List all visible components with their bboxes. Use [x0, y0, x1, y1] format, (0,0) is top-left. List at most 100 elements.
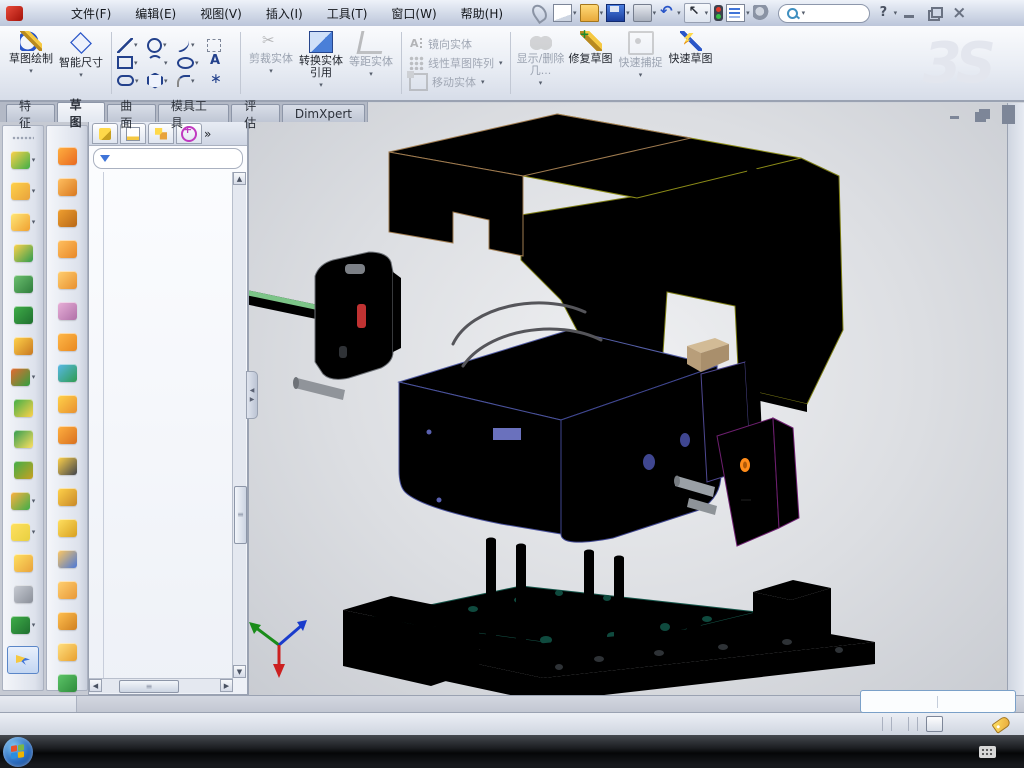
text-icon[interactable] [207, 55, 223, 70]
polygon-icon[interactable] [147, 73, 163, 89]
planar-surface-icon[interactable] [58, 333, 77, 351]
instant3d-icon[interactable] [7, 646, 39, 674]
status-help-icon[interactable] [926, 716, 943, 732]
extend-surface-icon[interactable] [58, 581, 77, 599]
move-copy-body-icon-dropdown[interactable]: ▾ [32, 497, 36, 505]
delete-face-icon[interactable] [58, 457, 77, 475]
ribbon-button-等距实体[interactable]: 等距实体▾ [346, 26, 396, 100]
extruded-boss-icon[interactable] [11, 151, 30, 169]
ribbon-button-显示/删除几...[interactable]: 显示/删除几...▾ [516, 26, 566, 100]
scroll-right-button[interactable]: ▶ [220, 679, 233, 692]
restore-button[interactable] [927, 7, 941, 19]
vertical-scroll-thumb[interactable]: ≡ [234, 486, 247, 544]
ribbon-button-转换实体引用[interactable]: 转换实体引用▾ [296, 26, 346, 100]
bend-icon[interactable] [58, 426, 77, 444]
line-icon[interactable] [117, 38, 133, 53]
selection-box-icon-cell[interactable] [207, 39, 235, 52]
options-icon-dropdown[interactable]: ▾ [746, 9, 750, 17]
tab-草图[interactable]: 草图 [57, 102, 106, 122]
dropdown-arrow-icon[interactable]: ▾ [79, 71, 83, 79]
menu-item[interactable]: 工具(T) [315, 0, 380, 26]
spline-icon[interactable] [176, 38, 192, 52]
options-icon[interactable] [726, 4, 745, 22]
dropdown-arrow-icon[interactable]: ▾ [134, 41, 138, 49]
extruded-boss-icon-dropdown[interactable]: ▾ [32, 156, 36, 164]
menu-item[interactable]: 帮助(H) [449, 0, 515, 26]
language-icon[interactable] [979, 746, 996, 758]
new-document-icon[interactable] [553, 4, 572, 22]
combine-tool-icon[interactable] [14, 461, 33, 479]
ribbon-button-快速草图[interactable]: 快速草图 [666, 26, 716, 100]
sketch-fillet-icon-cell[interactable]: ▾ [177, 75, 205, 87]
dropdown-arrow-icon[interactable]: ▾ [29, 67, 33, 75]
open-icon[interactable] [580, 4, 599, 22]
ribbon-button-智能尺寸[interactable]: 智能尺寸▾ [56, 26, 106, 100]
scroll-down-button[interactable]: ▼ [233, 665, 246, 678]
filter-input[interactable] [114, 152, 218, 166]
split-tool-icon[interactable] [14, 399, 33, 417]
dropdown-arrow-icon[interactable]: ▾ [191, 77, 195, 85]
thicken-icon[interactable] [58, 395, 77, 413]
ribbon-button-快速捕捉[interactable]: 快速捕捉▾ [616, 26, 666, 100]
slot-icon-cell[interactable]: ▾ [117, 75, 145, 86]
featuremanager-tab-icon[interactable] [92, 123, 118, 144]
print-icon-dropdown[interactable]: ▾ [653, 9, 657, 17]
replace-face-icon[interactable] [58, 488, 77, 506]
tab-评估[interactable]: 评估 [231, 104, 280, 122]
doc-minimize-button[interactable] [949, 109, 963, 121]
dropdown-arrow-icon[interactable]: ▾ [319, 81, 323, 89]
freeform-icon[interactable] [58, 271, 77, 289]
knit-surface-icon[interactable] [58, 550, 77, 568]
select-icon-dropdown[interactable]: ▾ [705, 9, 709, 17]
scroll-left-button[interactable]: ◀ [89, 679, 102, 692]
dropdown-arrow-icon[interactable]: ▾ [164, 77, 168, 85]
polygon-icon-cell[interactable]: ▾ [147, 73, 175, 89]
dropdown-arrow-icon[interactable]: ▾ [195, 59, 199, 67]
plane-icon[interactable] [14, 554, 33, 572]
reference-geometry-icon[interactable] [11, 523, 30, 541]
spline-icon-cell[interactable]: ▾ [177, 40, 205, 51]
dropdown-arrow-icon[interactable]: ▾ [164, 59, 168, 67]
ribbon-row-线性草图阵列[interactable]: 线性草图阵列▾ [409, 55, 503, 71]
filled-surface-icon[interactable] [58, 643, 77, 661]
offset-surface-icon[interactable] [58, 209, 77, 227]
open-icon-dropdown[interactable]: ▾ [600, 9, 604, 17]
deform-icon[interactable] [58, 302, 77, 320]
tree-vertical-scrollbar[interactable]: ▲ ≡ ▼ [232, 172, 246, 678]
start-button[interactable] [3, 737, 33, 767]
boundary-boss-icon[interactable] [14, 306, 33, 324]
swept-boss-icon[interactable] [14, 244, 33, 262]
dropdown-arrow-icon[interactable]: ▾ [191, 41, 195, 49]
intersect-icon[interactable] [58, 519, 77, 537]
move-copy-body-icon[interactable] [11, 492, 30, 510]
fillet-icon[interactable] [11, 213, 30, 231]
dropdown-arrow-icon[interactable]: ▾ [269, 67, 273, 75]
search-box[interactable]: ▾ [778, 4, 870, 23]
linear-pattern-tool-icon-dropdown[interactable]: ▾ [32, 373, 36, 381]
minimize-button[interactable] [903, 7, 917, 19]
new-document-icon-dropdown[interactable]: ▾ [573, 9, 577, 17]
dropdown-arrow-icon[interactable]: ▾ [539, 79, 543, 87]
tab-特征[interactable]: 特征 [6, 104, 55, 122]
help-icon[interactable] [876, 5, 893, 21]
save-icon-dropdown[interactable]: ▾ [626, 9, 630, 17]
save-icon[interactable] [606, 4, 625, 22]
rectangle-icon-cell[interactable]: ▾ [117, 56, 145, 69]
arc-icon-cell[interactable]: ▾ [147, 55, 175, 71]
dropdown-arrow-icon[interactable]: ▾ [499, 59, 503, 67]
sketch-fillet-icon[interactable] [177, 75, 190, 87]
tab-DimXpert[interactable]: DimXpert [282, 104, 365, 122]
close-button[interactable] [951, 7, 965, 19]
undo-icon[interactable] [659, 5, 676, 21]
split-body-icon[interactable] [14, 430, 33, 448]
dropdown-arrow-icon[interactable]: ▾ [481, 78, 485, 86]
ellipse-icon-cell[interactable]: ▾ [177, 57, 205, 69]
circle-icon-cell[interactable]: ▾ [147, 38, 175, 53]
ribbon-button-剪裁实体[interactable]: 剪裁实体▾ [246, 26, 296, 100]
menu-item[interactable]: 插入(I) [254, 0, 315, 26]
dome-icon[interactable] [58, 240, 77, 258]
hole-wizard-icon[interactable] [14, 337, 33, 355]
rebuild-icon[interactable] [714, 5, 723, 21]
magenta-block-front[interactable] [717, 418, 779, 546]
tree-filter[interactable] [93, 148, 243, 169]
